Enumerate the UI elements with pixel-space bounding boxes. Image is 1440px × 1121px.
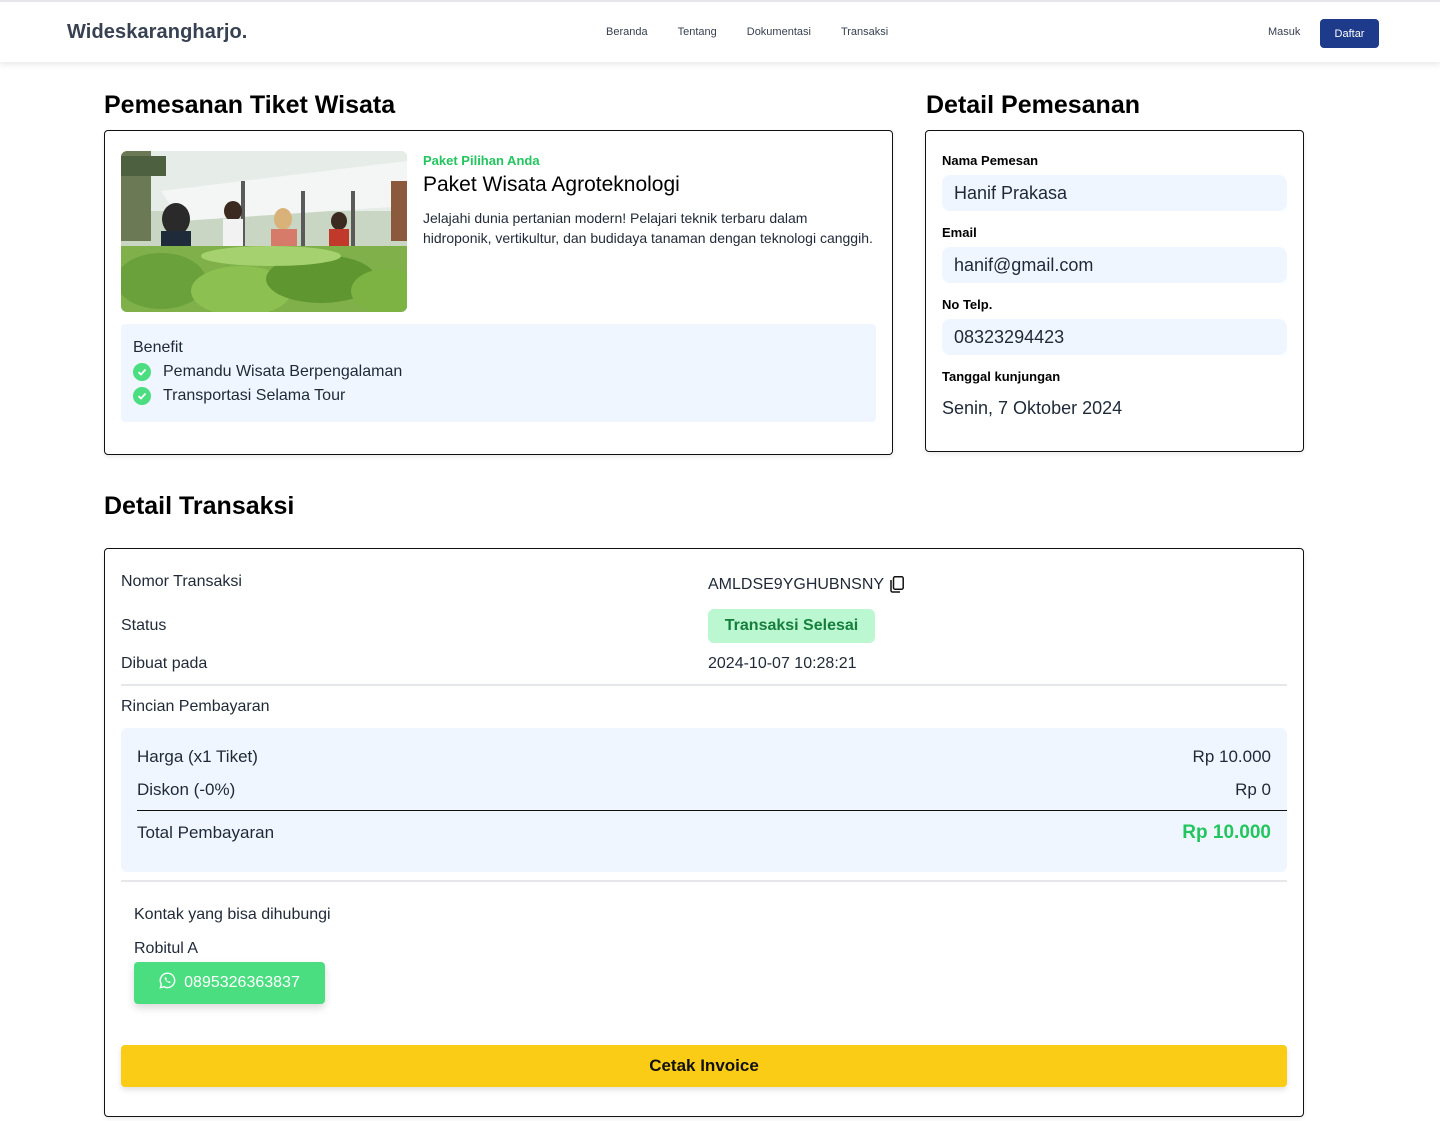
payment-breakdown: Harga (x1 Tiket) Rp 10.000 Diskon (-0%) …	[121, 728, 1287, 872]
whatsapp-icon	[159, 972, 176, 994]
discount-label: Diskon (-0%)	[137, 780, 236, 799]
check-circle-icon	[133, 363, 151, 381]
phone-label: No Telp.	[942, 297, 993, 312]
phone-field[interactable]: 08323294423	[942, 319, 1287, 355]
email-label: Email	[942, 225, 977, 240]
divider	[121, 684, 1287, 686]
benefit-label: Pemandu Wisata Berpengalaman	[163, 363, 403, 380]
total-label: Total Pembayaran	[137, 823, 275, 842]
booking-card: Nama Pemesan Hanif Prakasa Email hanif@g…	[925, 130, 1304, 452]
whatsapp-number: 0895326363837	[184, 974, 300, 991]
brand-logo[interactable]: Wideskarangharjo.	[67, 21, 247, 44]
contact-name: Robitul A	[134, 940, 199, 957]
status-badge: Transaksi Selesai	[708, 609, 875, 643]
copy-icon[interactable]	[890, 576, 904, 598]
benefit-box: Benefit Pemandu Wisata Berpengalaman Tra…	[121, 324, 876, 422]
transaction-section-title: Detail Transaksi	[104, 492, 295, 520]
discount-value: Rp 0	[1235, 780, 1271, 799]
package-image	[121, 151, 407, 312]
benefit-title: Benefit	[133, 339, 183, 356]
name-field[interactable]: Hanif Prakasa	[942, 175, 1287, 211]
nav-link-transaksi[interactable]: Transaksi	[841, 26, 888, 38]
benefit-label: Transportasi Selama Tour	[163, 387, 346, 404]
price-value: Rp 10.000	[1192, 747, 1271, 766]
signup-button[interactable]: Daftar	[1320, 19, 1379, 48]
package-description: Jelajahi dunia pertanian modern! Pelajar…	[423, 210, 873, 246]
payment-title: Rincian Pembayaran	[121, 698, 270, 715]
ticket-card: Paket Pilihan Anda Paket Wisata Agrotekn…	[104, 130, 893, 455]
login-link[interactable]: Masuk	[1268, 26, 1300, 38]
transaction-number-value: AMLDSE9YGHUBNSNY	[708, 576, 885, 593]
name-label: Nama Pemesan	[942, 153, 1039, 168]
total-value: Rp 10.000	[1182, 822, 1271, 843]
nav-link-beranda[interactable]: Beranda	[606, 26, 648, 38]
whatsapp-contact-button[interactable]: 0895326363837	[134, 962, 325, 1004]
benefit-item: Transportasi Selama Tour	[133, 387, 345, 405]
price-label: Harga (x1 Tiket)	[137, 747, 258, 766]
email-field[interactable]: hanif@gmail.com	[942, 247, 1287, 283]
check-circle-icon	[133, 387, 151, 405]
visit-date-value: Senin, 7 Oktober 2024	[942, 398, 1123, 418]
nav-link-dokumentasi[interactable]: Dokumentasi	[747, 26, 811, 38]
transaction-card: Nomor Transaksi AMLDSE9YGHUBNSNY Status …	[104, 548, 1304, 1117]
contact-title: Kontak yang bisa dihubungi	[134, 906, 331, 923]
ticket-section-title: Pemesanan Tiket Wisata	[104, 91, 396, 119]
navbar: Wideskarangharjo. Beranda Tentang Dokume…	[0, 0, 1440, 62]
package-tag: Paket Pilihan Anda	[423, 153, 540, 168]
nav-link-tentang[interactable]: Tentang	[678, 26, 717, 38]
divider	[121, 880, 1287, 882]
booking-section-title: Detail Pemesanan	[926, 91, 1140, 119]
total-divider	[137, 810, 1287, 811]
transaction-number-label: Nomor Transaksi	[121, 573, 242, 590]
hydroponic-photo	[121, 151, 407, 312]
created-value: 2024-10-07 10:28:21	[708, 655, 857, 672]
visit-date-label: Tanggal kunjungan	[942, 369, 1061, 384]
created-label: Dibuat pada	[121, 655, 208, 672]
package-name: Paket Wisata Agroteknologi	[423, 173, 680, 196]
benefit-item: Pemandu Wisata Berpengalaman	[133, 363, 402, 381]
print-invoice-button[interactable]: Cetak Invoice	[121, 1045, 1287, 1087]
status-label: Status	[121, 617, 167, 634]
nav-links: Beranda Tentang Dokumentasi Transaksi	[606, 26, 888, 38]
